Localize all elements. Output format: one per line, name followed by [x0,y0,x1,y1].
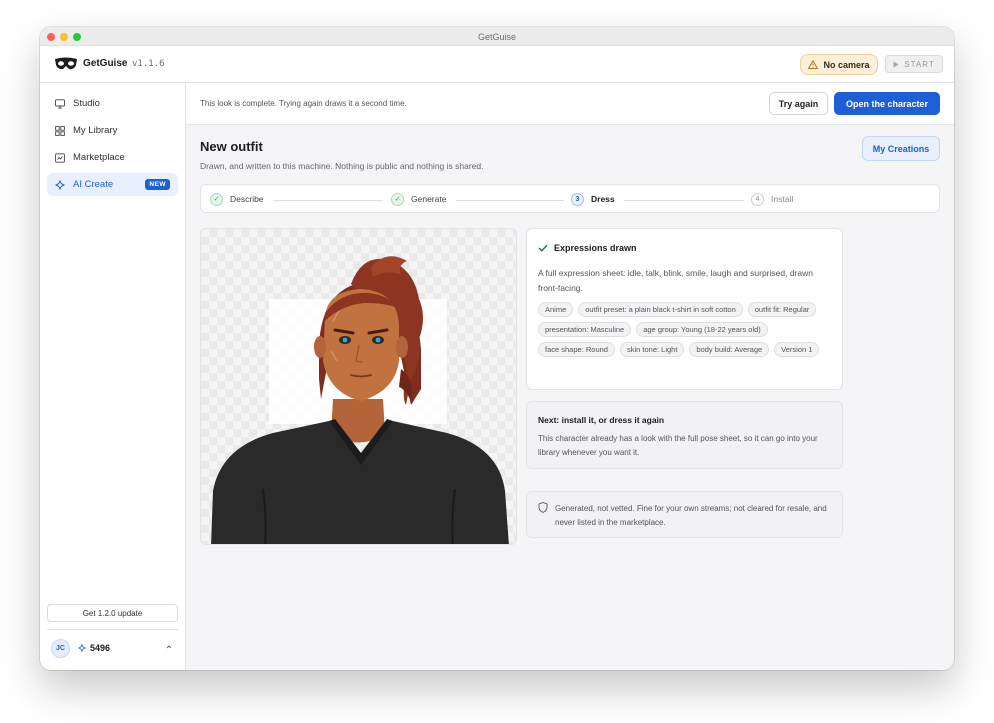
status-banner: This look is complete. Trying again draw… [186,83,954,125]
tag-face-shape: face shape: Round [538,342,615,357]
tag-body-build: body build: Average [689,342,770,357]
start-label: START [904,59,935,69]
app-window: GetGuise GetGuise v1.1.6 No camera START… [40,27,954,670]
checkmark-icon: ✓ [210,192,223,206]
step-generate[interactable]: ✓ Generate [391,192,446,206]
camera-status-label: No camera [823,59,870,70]
expressions-card: Expressions drawn A full expression shee… [526,228,843,390]
sidebar-item-ai-create[interactable]: AI Create NEW [47,173,178,196]
checkmark-icon: ✓ [391,192,404,206]
credits-balance: 5496 [78,643,110,653]
sidebar-item-marketplace[interactable]: Marketplace [47,146,178,169]
banner-text: This look is complete. Trying again draw… [200,99,407,108]
step-dress[interactable]: 3 Dress [571,192,615,206]
app-name: GetGuise [83,58,128,69]
warning-icon [808,60,819,69]
page-title: New outfit [200,139,263,154]
sidebar-item-label: My Library [73,125,118,136]
chevron-up-icon[interactable] [164,642,174,652]
tag-version: Version 1 [774,342,820,357]
start-button[interactable]: START [885,55,943,73]
title-bar: GetGuise [40,27,954,46]
disclaimer-text: Generated, not vetted. Fine for your own… [555,504,827,527]
step-label: Install [771,194,794,204]
next-steps-card: Next: install it, or dress it again This… [526,401,843,469]
sidebar-item-studio[interactable]: Studio [47,92,178,115]
step-number: 3 [571,192,584,206]
checkmark-icon [538,244,548,252]
mask-logo-icon [55,57,77,70]
expressions-description: A full expression sheet: idle, talk, bli… [538,268,813,293]
grid-icon [55,125,65,136]
try-again-button[interactable]: Try again [769,92,828,115]
character-preview-image [200,228,517,545]
page-subtitle: Drawn, and written to this machine. Noth… [200,161,484,171]
progress-stepper: ✓ Describe ✓ Generate 3 Dress 4 Install [200,184,940,213]
monitor-icon [55,98,65,109]
step-label: Describe [230,194,264,204]
step-label: Dress [591,194,615,204]
play-icon [893,61,899,67]
step-label: Generate [411,194,447,204]
window-title: GetGuise [477,32,517,42]
open-character-button[interactable]: Open the character [834,92,940,115]
new-badge: NEW [145,179,170,190]
step-install[interactable]: 4 Install [751,192,793,206]
my-creations-button[interactable]: My Creations [862,136,940,161]
sidebar: Studio My Library Marketplace AI Create … [40,83,186,670]
sidebar-item-label: Marketplace [73,152,125,163]
credits-value: 5496 [90,643,111,653]
tag-outfit-fit: outfit fit: Regular [747,302,817,317]
sidebar-item-label: Studio [73,98,100,109]
main-content: This look is complete. Trying again draw… [186,83,954,670]
avatar[interactable]: JC [51,639,70,658]
tag-age-group: age group: Young (18-22 years old) [636,322,768,337]
shield-icon [538,502,548,513]
character-illustration [211,256,509,544]
step-connector [456,200,564,201]
camera-status-button[interactable]: No camera [800,54,878,75]
app-version: v1.1.6 [132,59,165,69]
tag-style: Anime [538,302,574,317]
app-header: GetGuise v1.1.6 No camera START [40,46,954,83]
sidebar-divider [47,629,178,630]
expressions-title: Expressions drawn [554,243,637,253]
tag-outfit-preset: outfit preset: a plain black t-shirt in … [578,302,743,317]
tag-presentation: presentation: Masculine [538,322,632,337]
next-steps-title: Next: install it, or dress it again [538,415,665,425]
attribute-tags: Anime outfit preset: a plain black t-shi… [538,302,838,357]
sidebar-item-my-library[interactable]: My Library [47,119,178,142]
disclaimer-card: Generated, not vetted. Fine for your own… [526,491,843,538]
sparkle-icon [78,644,86,652]
step-number: 4 [751,192,764,206]
next-steps-body: This character already has a look with t… [538,434,818,457]
tag-skin-tone: skin tone: Light [619,342,685,357]
sparkle-icon [55,179,65,190]
step-describe[interactable]: ✓ Describe [210,192,264,206]
sidebar-item-label: AI Create [73,179,114,190]
step-connector [273,200,383,201]
expressions-heading: Expressions drawn [538,243,637,253]
update-button[interactable]: Get 1.2.0 update [47,604,178,622]
store-icon [55,152,65,163]
step-connector [624,200,744,201]
